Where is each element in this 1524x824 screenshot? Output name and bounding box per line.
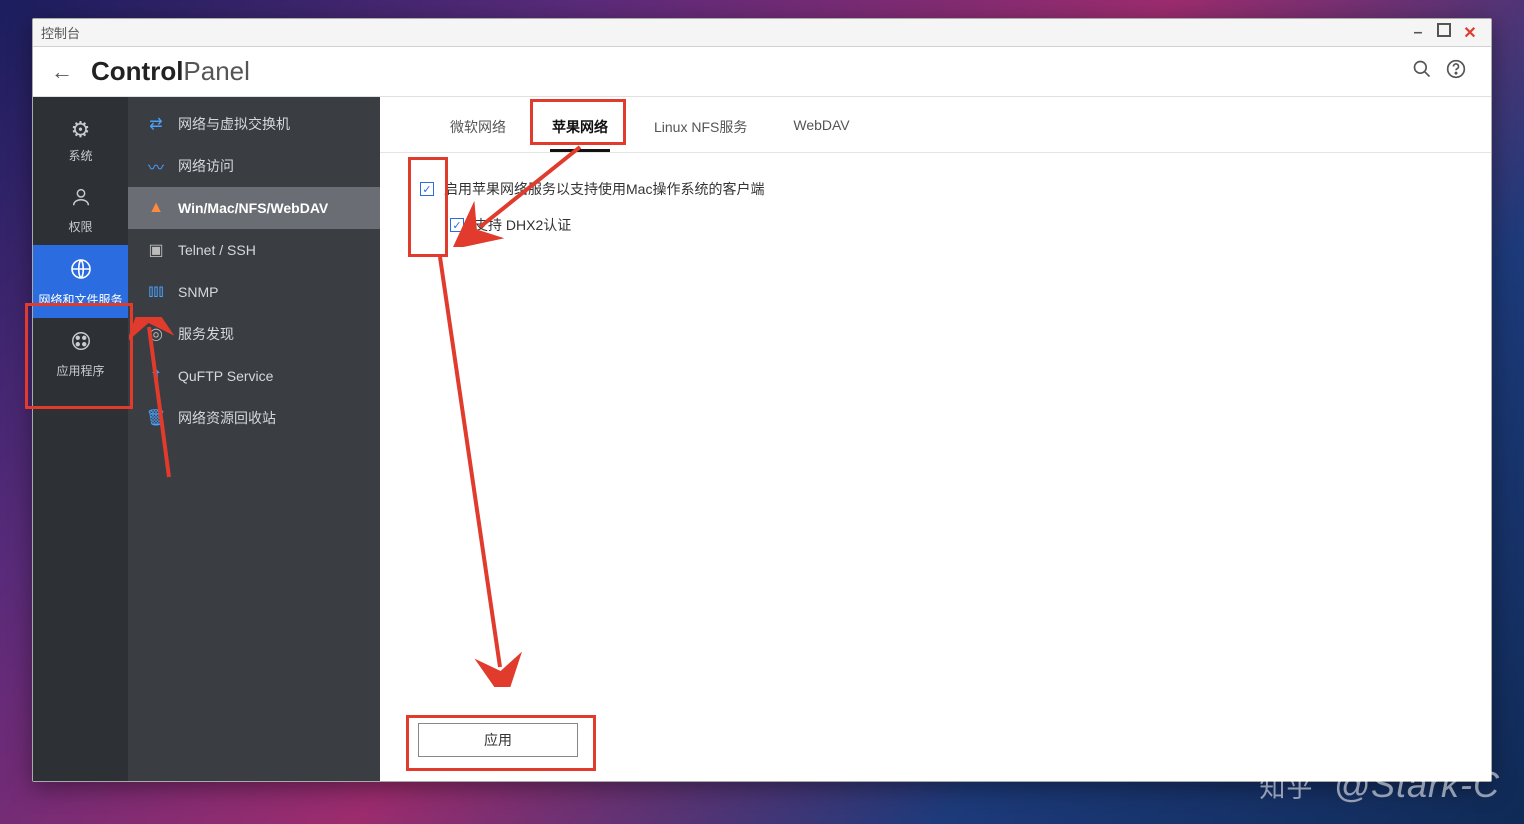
- page-title-bold: Control: [91, 56, 183, 86]
- window-title: 控制台: [41, 23, 80, 42]
- switch-icon: ⇄: [142, 114, 170, 134]
- bars-icon: ⫾⫾⫾: [142, 283, 170, 301]
- checkbox-checked-icon[interactable]: [450, 218, 464, 232]
- sidebar-item-telnet-ssh[interactable]: ▣ Telnet / SSH: [128, 229, 380, 271]
- option-label: 启用苹果网络服务以支持使用Mac操作系统的客户端: [444, 179, 764, 199]
- apply-button-label: 应用: [484, 732, 512, 748]
- header: ← ControlPanel: [33, 47, 1491, 97]
- page-title-light: Panel: [183, 56, 250, 86]
- terminal-icon: ▣: [142, 240, 170, 260]
- option-label: 支持 DHX2认证: [474, 215, 571, 235]
- rail-item-label: 应用程序: [56, 364, 104, 378]
- globe-icon: [33, 257, 128, 287]
- apply-button[interactable]: 应用: [418, 723, 578, 757]
- rail-item-label: 网络和文件服务: [38, 293, 122, 307]
- control-panel-window: 控制台 ← ControlPanel ⚙: [32, 18, 1492, 782]
- tab-apple-network[interactable]: 苹果网络: [550, 111, 610, 152]
- sidebar: ⇄ 网络与虚拟交换机 〰 网络访问 ▲ Win/Mac/NFS/WebDAV ▣…: [128, 97, 380, 781]
- tab-panel-apple-network: 启用苹果网络服务以支持使用Mac操作系统的客户端 支持 DHX2认证: [380, 153, 1491, 277]
- category-rail: ⚙ 系统 权限 网络和文件服务: [33, 97, 128, 781]
- user-icon: [33, 186, 128, 214]
- sidebar-item-label: 网络与虚拟交换机: [178, 114, 290, 134]
- checkbox-checked-icon[interactable]: [420, 182, 434, 196]
- wave-icon: 〰: [142, 154, 170, 178]
- apps-icon: [33, 330, 128, 358]
- sidebar-item-quftp-service[interactable]: ⬆ QuFTP Service: [128, 355, 380, 397]
- sidebar-item-network-virtual-switch[interactable]: ⇄ 网络与虚拟交换机: [128, 103, 380, 145]
- back-arrow-icon[interactable]: ←: [51, 59, 73, 85]
- window-close-button[interactable]: [1457, 23, 1483, 43]
- sidebar-item-label: 网络资源回收站: [178, 408, 276, 428]
- tab-label: 苹果网络: [552, 119, 608, 135]
- radar-icon: ◎: [142, 324, 170, 344]
- sidebar-item-service-discovery[interactable]: ◎ 服务发现: [128, 313, 380, 355]
- sidebar-item-win-mac-nfs-webdav[interactable]: ▲ Win/Mac/NFS/WebDAV: [128, 187, 380, 229]
- help-icon[interactable]: [1439, 59, 1473, 85]
- tab-microsoft-network[interactable]: 微软网络: [448, 111, 508, 152]
- sidebar-item-snmp[interactable]: ⫾⫾⫾ SNMP: [128, 271, 380, 313]
- rail-item-applications[interactable]: 应用程序: [33, 318, 128, 389]
- trash-icon: 🗑: [142, 408, 170, 428]
- tab-linux-nfs[interactable]: Linux NFS服务: [652, 111, 749, 152]
- main-content: 微软网络 苹果网络 Linux NFS服务 WebDAV 启用苹果网络服务以支持…: [380, 97, 1491, 781]
- annotation-arrow-checkbox-to-apply: [420, 257, 540, 687]
- rail-item-system[interactable]: ⚙ 系统: [33, 105, 128, 174]
- tabs: 微软网络 苹果网络 Linux NFS服务 WebDAV: [380, 97, 1491, 153]
- tab-label: 微软网络: [450, 119, 506, 135]
- sidebar-item-network-access[interactable]: 〰 网络访问: [128, 145, 380, 187]
- tab-label: Linux NFS服务: [654, 119, 747, 135]
- search-icon[interactable]: [1405, 59, 1439, 85]
- sidebar-item-label: QuFTP Service: [178, 368, 273, 384]
- sidebar-item-label: 网络访问: [178, 156, 234, 176]
- sidebar-item-label: Win/Mac/NFS/WebDAV: [178, 200, 328, 216]
- window-minimize-button[interactable]: [1405, 24, 1431, 42]
- option-support-dhx2[interactable]: 支持 DHX2认证: [450, 215, 1451, 235]
- option-enable-apple-network[interactable]: 启用苹果网络服务以支持使用Mac操作系统的客户端: [420, 179, 1451, 199]
- rail-item-network-file-services[interactable]: 网络和文件服务: [33, 245, 128, 318]
- ftp-icon: ⬆: [142, 366, 170, 386]
- gear-icon: ⚙: [33, 117, 128, 143]
- tab-webdav[interactable]: WebDAV: [791, 111, 851, 152]
- page-title: ControlPanel: [91, 56, 250, 87]
- rail-item-label: 权限: [68, 220, 92, 234]
- titlebar: 控制台: [33, 19, 1491, 47]
- footer: 应用: [380, 709, 1491, 781]
- window-maximize-button[interactable]: [1431, 23, 1457, 42]
- sidebar-item-label: 服务发现: [178, 324, 234, 344]
- sidebar-item-label: Telnet / SSH: [178, 242, 256, 258]
- rail-item-privileges[interactable]: 权限: [33, 174, 128, 245]
- sidebar-item-network-recycle-bin[interactable]: 🗑 网络资源回收站: [128, 397, 380, 439]
- sidebar-item-label: SNMP: [178, 284, 218, 300]
- rail-item-label: 系统: [68, 149, 92, 163]
- tab-label: WebDAV: [793, 117, 849, 133]
- triangle-icon: ▲: [142, 199, 170, 217]
